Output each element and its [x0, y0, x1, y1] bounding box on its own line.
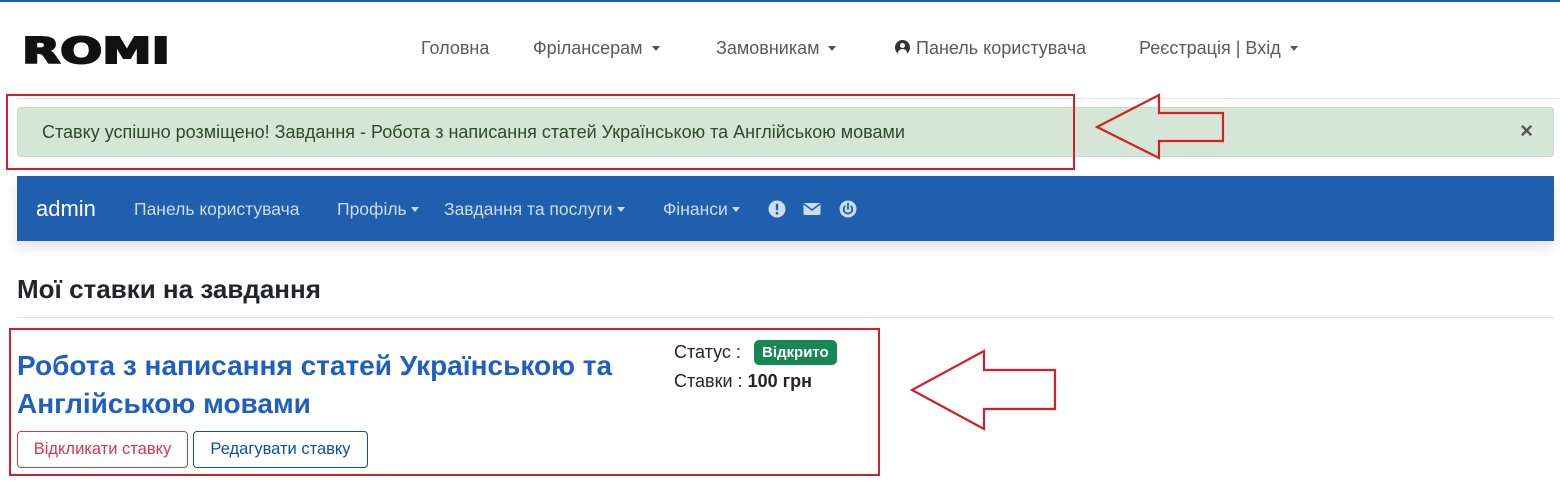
envelope-icon[interactable] [803, 200, 821, 218]
caret-down-icon [828, 45, 837, 51]
nav-home-label: Головна [421, 38, 490, 58]
nav-customers-label: Замовникам [716, 38, 820, 58]
nav-home[interactable]: Головна [421, 38, 489, 59]
status-label: Статус : [674, 342, 741, 362]
nav-freelancers[interactable]: Фрілансерам [533, 38, 660, 59]
user-navbar: admin Панель користувача Профіль Завданн… [17, 176, 1554, 241]
user-circle-icon [895, 40, 910, 56]
usernav-finances-label: Фінанси [663, 199, 728, 219]
section-divider [17, 317, 1554, 318]
success-alert: Ставку успішно розміщено! Завдання - Роб… [17, 107, 1554, 157]
usernav-dashboard[interactable]: Панель користувача [134, 199, 299, 220]
usernav-dashboard-label: Панель користувача [134, 199, 300, 219]
navbar-brand-username[interactable]: admin [36, 196, 96, 222]
usernav-finances[interactable]: Фінанси [663, 199, 740, 220]
header-divider [17, 98, 1560, 99]
top-accent-line [0, 0, 1560, 2]
caret-down-icon [651, 45, 660, 51]
alert-message: Ставку успішно розміщено! Завдання - Роб… [42, 122, 905, 142]
bid-task-title-link[interactable]: Робота з написання статей Українською та… [17, 347, 637, 423]
svg-text:ROMI: ROMI [22, 33, 170, 67]
usernav-tasks-services[interactable]: Завдання та послуги [444, 199, 625, 220]
revoke-bid-button[interactable]: Відкликати ставку [17, 431, 188, 468]
nav-user-panel[interactable]: Панель користувача [895, 38, 1086, 59]
power-icon[interactable] [839, 200, 857, 218]
edit-bid-button[interactable]: Редагувати ставку [193, 431, 368, 468]
logo-wordmark: ROMI [22, 33, 171, 67]
nav-register-login[interactable]: Реєстрація | Вхід [1139, 38, 1298, 59]
bids-label: Ставки : [674, 371, 743, 391]
alert-icon[interactable] [768, 200, 786, 218]
caret-down-icon [410, 206, 419, 212]
nav-freelancers-label: Фрілансерам [533, 38, 643, 58]
close-icon[interactable]: × [1520, 118, 1533, 144]
usernav-profile[interactable]: Профіль [337, 199, 419, 220]
nav-user-panel-label: Панель користувача [916, 38, 1087, 58]
status-badge: Відкрито [754, 340, 837, 365]
site-logo[interactable]: ROMI [22, 33, 172, 67]
nav-register-login-label: Реєстрація | Вхід [1139, 38, 1281, 58]
page-title: Мої ставки на завдання [17, 274, 321, 304]
caret-down-icon [616, 206, 625, 212]
nav-customers[interactable]: Замовникам [716, 38, 837, 59]
usernav-tasks-label: Завдання та послуги [444, 199, 613, 219]
bids-amount-row: Ставки : 100 грн [674, 371, 812, 392]
usernav-profile-label: Профіль [337, 199, 407, 219]
bids-value: 100 грн [747, 371, 812, 391]
annotation-arrow-bid [909, 349, 1057, 431]
caret-down-icon [731, 206, 740, 212]
caret-down-icon [1289, 45, 1298, 51]
